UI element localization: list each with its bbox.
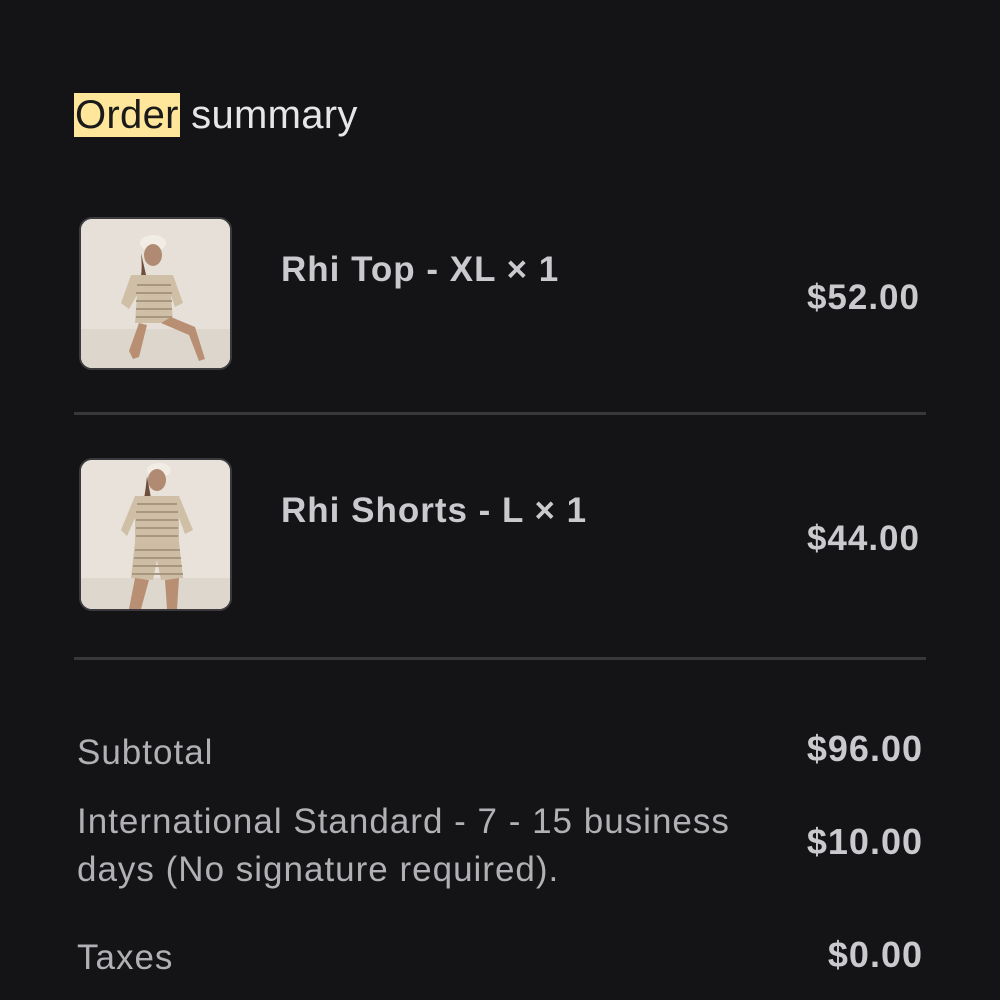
order-summary-page: Order summary Rhi Top - XL × 1 $52.00 Rh… <box>0 0 1000 1000</box>
product-thumbnail[interactable] <box>79 458 232 611</box>
shipping-label: International Standard - 7 - 15 business… <box>77 802 730 889</box>
product-photo-shorts <box>81 460 230 609</box>
item-price: $52.00 <box>806 278 920 317</box>
subtotal-label: Subtotal <box>77 733 214 772</box>
subtotal-value: $96.00 <box>806 728 923 769</box>
product-photo-top <box>81 219 230 368</box>
taxes-value: $0.00 <box>827 934 923 975</box>
divider <box>74 657 926 660</box>
page-title: Order summary <box>74 86 358 144</box>
item-name: Rhi Shorts - L × 1 <box>281 491 588 530</box>
divider <box>74 412 926 415</box>
title-text: summary <box>179 93 358 137</box>
title-highlight: Order <box>74 93 180 137</box>
item-name: Rhi Top - XL × 1 <box>281 250 560 289</box>
line-item[interactable]: Rhi Top - XL × 1 $52.00 <box>74 212 926 382</box>
product-thumbnail[interactable] <box>79 217 232 370</box>
line-item[interactable]: Rhi Shorts - L × 1 $44.00 <box>74 453 926 623</box>
item-price: $44.00 <box>806 519 920 558</box>
shipping-value: $10.00 <box>806 821 923 862</box>
taxes-label: Taxes <box>77 938 174 977</box>
